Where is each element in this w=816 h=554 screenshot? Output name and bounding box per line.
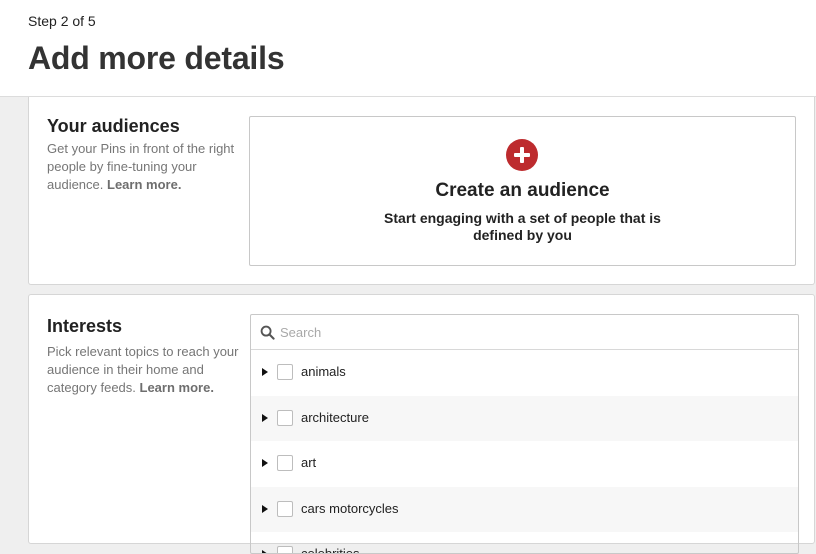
interest-row-cars-motorcycles[interactable]: cars motorcycles: [251, 486, 798, 532]
interest-search-bar: [251, 315, 798, 350]
expand-arrow-icon[interactable]: [262, 413, 268, 422]
interests-card: Interests Pick relevant topics to reach …: [28, 294, 815, 554]
expand-arrow-icon[interactable]: [262, 550, 268, 553]
interest-label: animals: [301, 364, 346, 379]
interest-checkbox[interactable]: [277, 500, 293, 517]
step-indicator: Step 2 of 5: [28, 13, 96, 29]
interest-label: cars motorcycles: [301, 500, 399, 516]
interest-row-architecture[interactable]: architecture: [251, 395, 798, 441]
create-audience-button[interactable]: Create an audience Start engaging with a…: [249, 116, 796, 266]
interest-row-celebrities[interactable]: celebrities: [251, 532, 798, 554]
interest-row-art[interactable]: art: [251, 441, 798, 487]
interest-checkbox[interactable]: [277, 546, 293, 553]
create-audience-title: Create an audience: [435, 180, 610, 201]
interest-list: animals architecture art cars motorcycle…: [251, 350, 798, 554]
interest-label: art: [301, 455, 317, 470]
audiences-learn-more-link[interactable]: Learn more.: [107, 177, 181, 192]
plus-circle-icon: [506, 139, 538, 171]
interest-row-animals[interactable]: animals: [251, 350, 798, 396]
interest-label: celebrities: [301, 546, 360, 554]
audiences-card: Your audiences Get your Pins in front of…: [28, 97, 815, 285]
audiences-heading: Your audiences: [47, 116, 180, 136]
audiences-description: Get your Pins in front of the right peop…: [47, 140, 242, 194]
search-icon: [260, 325, 275, 340]
interests-heading: Interests: [47, 316, 123, 336]
expand-arrow-icon[interactable]: [262, 504, 268, 513]
interest-label: architecture: [301, 409, 369, 425]
page-header: Step 2 of 5 Add more details: [0, 0, 816, 97]
interest-checkbox[interactable]: [277, 409, 293, 426]
expand-arrow-icon[interactable]: [262, 368, 268, 376]
interest-search-input[interactable]: [280, 321, 780, 343]
interests-learn-more-link[interactable]: Learn more.: [140, 380, 214, 395]
expand-arrow-icon[interactable]: [262, 459, 268, 467]
interest-checkbox[interactable]: [277, 364, 293, 380]
interests-description: Pick relevant topics to reach your audie…: [47, 343, 242, 397]
interest-picker: animals architecture art cars motorcycle…: [250, 314, 799, 554]
create-audience-subtitle: Start engaging with a set of people that…: [384, 210, 661, 243]
page-title: Add more details: [28, 40, 285, 76]
interest-checkbox[interactable]: [277, 455, 293, 471]
